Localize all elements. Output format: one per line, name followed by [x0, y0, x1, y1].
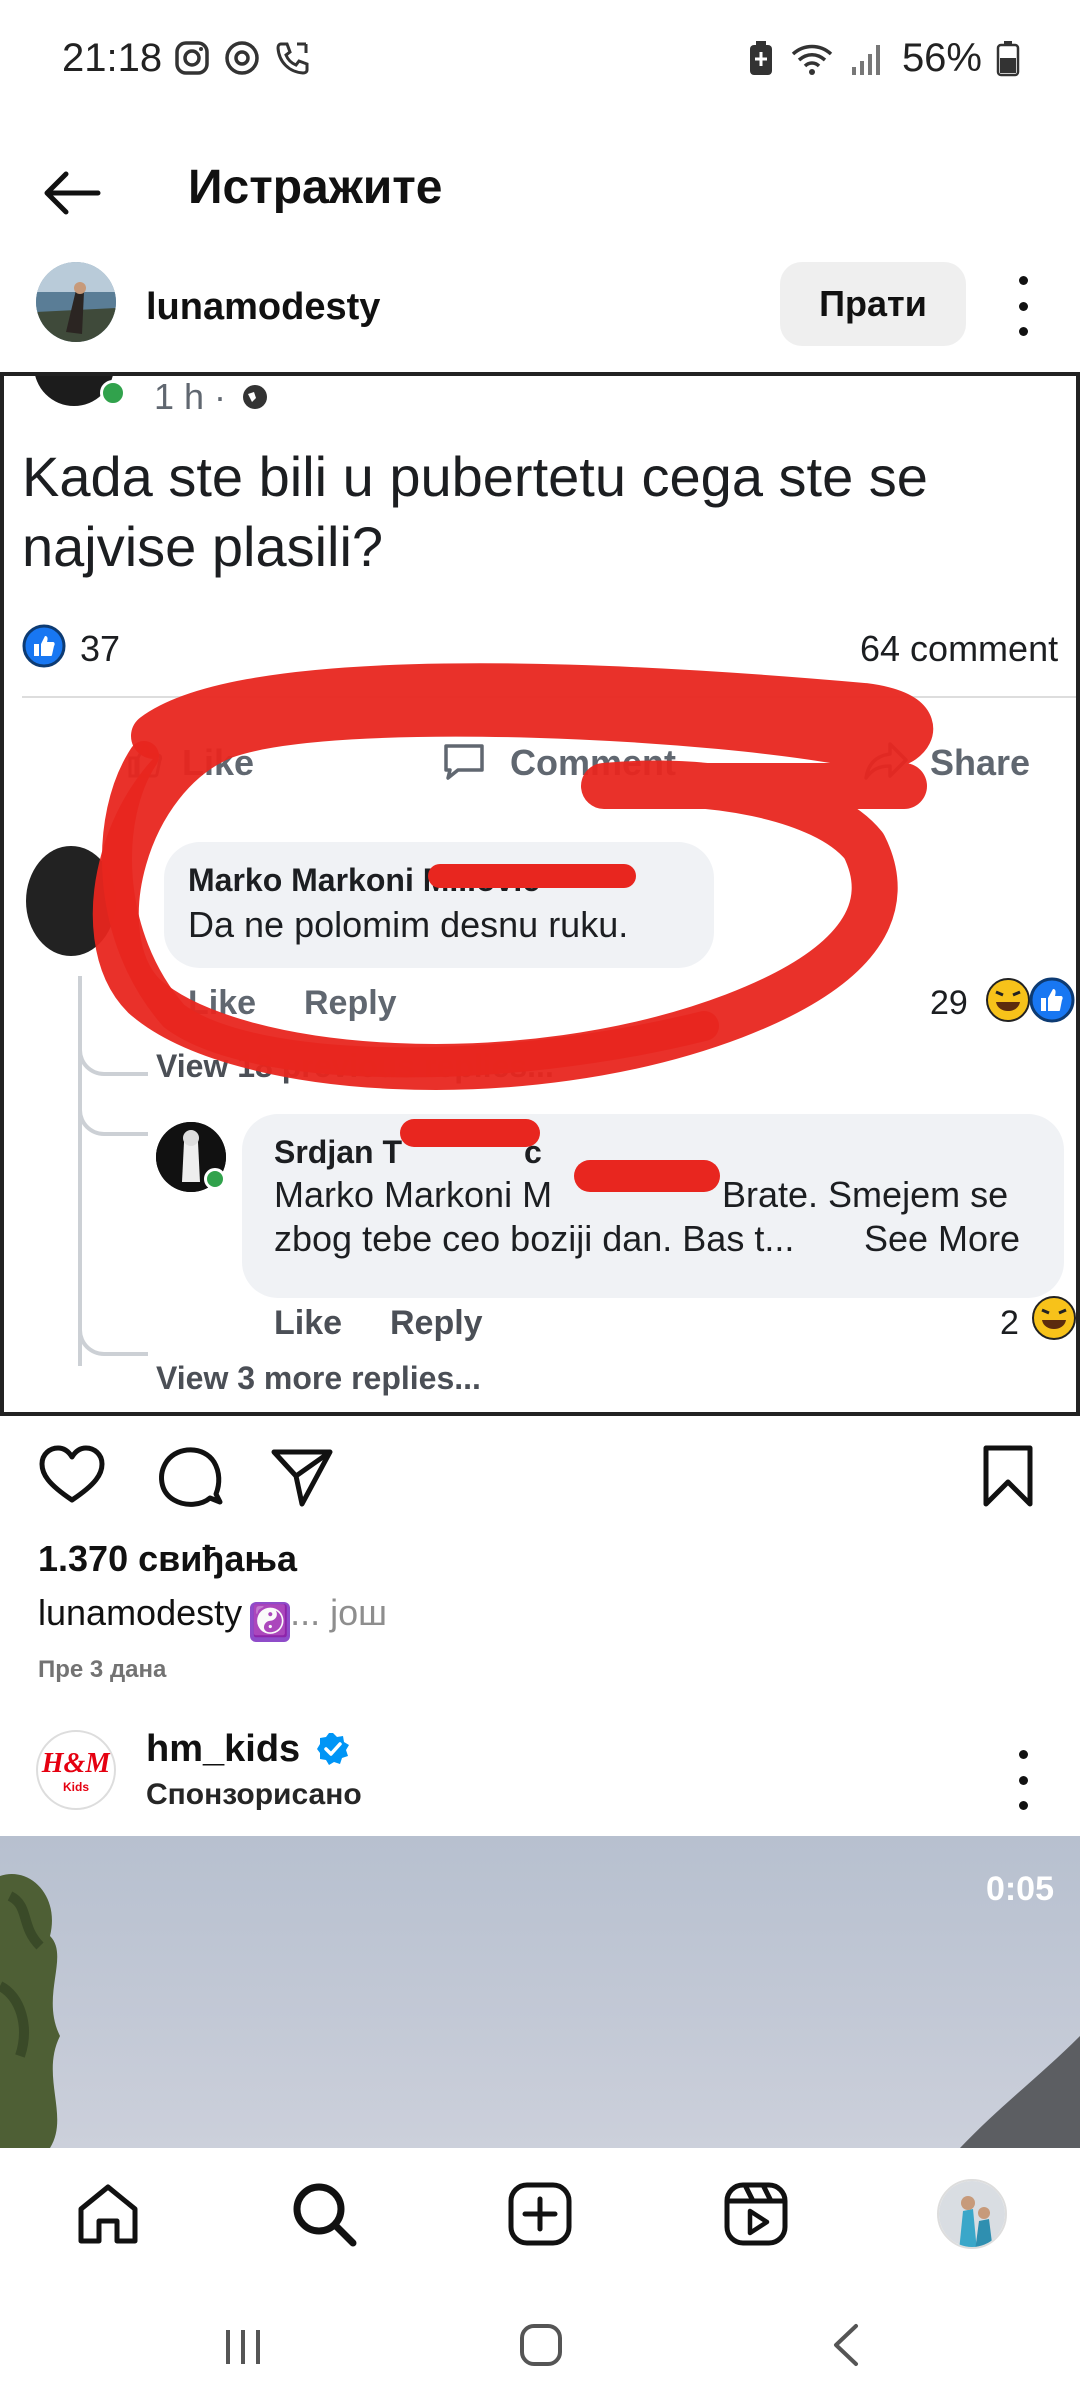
video-thumbnail-scenery: [0, 1874, 1080, 2148]
caption[interactable]: lunamodesty ☯️... још: [38, 1592, 387, 1642]
nav-reels[interactable]: [716, 2174, 796, 2254]
post-actions: [0, 1420, 1080, 1540]
nav-profile[interactable]: [932, 2174, 1012, 2254]
sponsor-username-text[interactable]: hm_kids: [146, 1728, 300, 1770]
post-author-avatar[interactable]: [36, 262, 116, 342]
follow-button[interactable]: Прати: [780, 262, 966, 346]
home-icon: [78, 2184, 138, 2244]
phone-icon: [276, 42, 309, 75]
system-navigation-bar: [0, 2280, 1080, 2400]
reels-icon: [724, 2182, 788, 2246]
battery-percent: 56%: [901, 36, 982, 80]
likes-count[interactable]: 1.370 свиђања: [38, 1538, 297, 1580]
status-left-icons: [172, 38, 312, 78]
nav-create[interactable]: [500, 2174, 580, 2254]
post-header: lunamodesty Прати: [0, 250, 1080, 370]
caption-emoji: ☯️: [250, 1602, 291, 1642]
save-bookmark-icon[interactable]: [974, 1442, 1042, 1510]
sponsor-username[interactable]: hm_kids: [146, 1728, 351, 1771]
like-heart-icon[interactable]: [38, 1442, 106, 1510]
hm-logo-sub: Kids: [62, 1780, 89, 1794]
post-date: Пре 3 дана: [38, 1656, 167, 1683]
verified-badge-icon: [316, 1733, 349, 1765]
threads-icon: [225, 41, 259, 75]
home-button-icon[interactable]: [516, 2320, 566, 2370]
bottom-navigation: [0, 2148, 1080, 2280]
status-time: 21:18: [62, 36, 163, 80]
profile-avatar: [937, 2179, 1007, 2249]
sponsor-more-options-icon[interactable]: [1008, 1750, 1038, 1810]
sponsored-post-header: H&M Kids hm_kids Спонзорисано: [0, 1720, 1080, 1840]
caption-username[interactable]: lunamodesty: [38, 1592, 242, 1633]
sponsored-label: Спонзорисано: [146, 1778, 362, 1811]
signal-icon: [851, 44, 880, 75]
nav-home[interactable]: [68, 2174, 148, 2254]
hm-logo-avatar[interactable]: H&M Kids: [36, 1730, 116, 1810]
red-marker-annotations: [92, 663, 933, 1192]
share-icon[interactable]: [268, 1442, 336, 1510]
wifi-icon: [791, 44, 833, 75]
facebook-screenshot: 1 h · Kada ste bili u pubertetu cega ste…: [4, 376, 1076, 1412]
battery-saver-icon: [749, 40, 772, 75]
status-bar: 21:18 56%: [0, 0, 1080, 120]
page-title: Истражите: [188, 161, 443, 214]
comment-icon[interactable]: [156, 1442, 224, 1510]
back-arrow-icon[interactable]: [38, 158, 108, 228]
system-back-icon[interactable]: [822, 2320, 872, 2370]
sponsored-video[interactable]: 0:05: [0, 1836, 1080, 2148]
instagram-icon: [175, 41, 209, 75]
caption-more-link[interactable]: ... још: [290, 1592, 387, 1633]
nav-search[interactable]: [284, 2174, 364, 2254]
create-icon: [508, 2182, 572, 2246]
post-author-username[interactable]: lunamodesty: [146, 286, 380, 329]
hm-logo-text: H&M: [41, 1748, 111, 1779]
post-image[interactable]: 1 h · Kada ste bili u pubertetu cega ste…: [0, 372, 1080, 1416]
video-duration: 0:05: [985, 1870, 1054, 1908]
recent-apps-icon[interactable]: [218, 2322, 268, 2372]
status-right: 56%: [746, 36, 1020, 81]
search-icon: [293, 2183, 357, 2247]
post-more-options-icon[interactable]: [1008, 276, 1038, 336]
battery-icon: [996, 40, 1020, 76]
